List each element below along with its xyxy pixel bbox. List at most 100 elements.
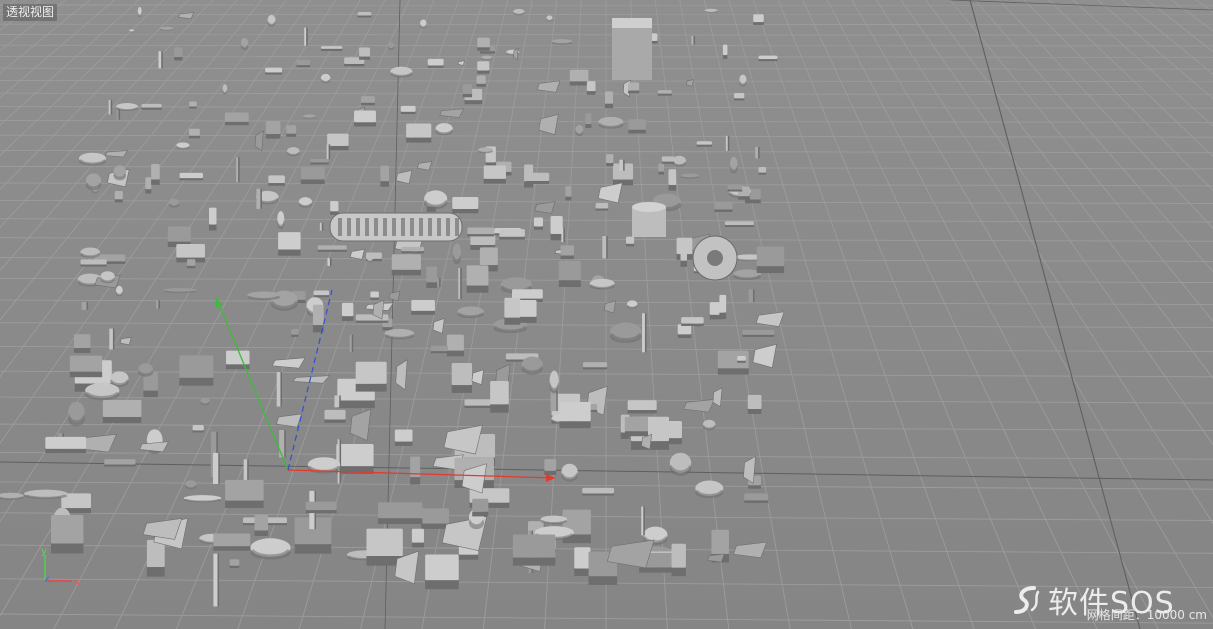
model-part — [45, 436, 87, 454]
model-part — [724, 221, 754, 228]
model-part — [327, 258, 332, 266]
model-part — [525, 172, 550, 184]
model-part — [313, 290, 330, 298]
model-part — [395, 169, 413, 185]
model-part — [574, 547, 591, 577]
model-part — [712, 387, 723, 408]
model-part — [725, 135, 730, 151]
model-part — [619, 159, 625, 171]
model-part — [400, 105, 416, 114]
model-part — [296, 59, 311, 68]
model-part — [104, 150, 129, 158]
model-part — [737, 356, 746, 363]
model-part — [114, 191, 123, 203]
model-part — [24, 489, 68, 500]
model-part — [85, 173, 102, 191]
model-part — [657, 90, 672, 96]
scene-canvas[interactable] — [0, 0, 1213, 629]
model-part — [380, 165, 389, 187]
model-part — [0, 492, 24, 500]
model-part — [256, 188, 262, 209]
model-part — [457, 60, 465, 66]
grid-spacing-readout: 网格间距：10000 cm — [1086, 608, 1207, 622]
model-part — [188, 128, 200, 139]
model-part — [176, 142, 190, 150]
model-part — [420, 19, 427, 29]
model-part — [183, 495, 222, 503]
model-part — [669, 452, 692, 476]
model-part — [277, 211, 285, 230]
grid-line — [0, 165, 1213, 170]
model-part — [349, 408, 372, 441]
model-part — [504, 297, 521, 325]
model-part — [80, 247, 100, 258]
model-part — [167, 226, 191, 248]
model-part — [212, 452, 220, 484]
model-part — [680, 243, 688, 267]
model-part — [102, 399, 142, 423]
model-part — [192, 424, 204, 433]
model-part — [411, 528, 424, 548]
model-part — [208, 207, 217, 231]
grid-line — [0, 44, 1213, 47]
model-part — [752, 343, 777, 369]
model-part — [471, 369, 484, 386]
view-name-label[interactable]: 透视视图 — [3, 4, 58, 21]
model-part — [719, 294, 727, 319]
model-part — [641, 506, 645, 536]
model-part — [481, 55, 493, 60]
model-part — [443, 424, 483, 455]
model-part — [702, 419, 716, 431]
model-part — [661, 156, 675, 164]
model-part — [748, 289, 755, 303]
model-part-gear — [692, 235, 738, 281]
model-part — [691, 35, 696, 45]
model-part — [310, 158, 329, 165]
model-part — [312, 304, 324, 333]
model-part — [437, 277, 441, 288]
model-part — [753, 14, 764, 25]
model-part — [426, 266, 438, 288]
grid-line — [0, 67, 1213, 70]
model-part — [354, 110, 376, 127]
model-part — [317, 245, 347, 252]
model-part — [626, 236, 635, 247]
model-part — [276, 371, 282, 407]
model-part — [168, 198, 180, 208]
model-part — [160, 26, 174, 31]
model-part — [359, 47, 370, 60]
model-part — [69, 355, 103, 378]
model-part — [104, 459, 136, 467]
model-part — [462, 84, 473, 98]
model-part — [696, 141, 712, 147]
perspective-viewport[interactable]: 透视视图 y x 软件SOS 网格间距：10000 cm — [0, 0, 1213, 629]
model-part — [559, 401, 591, 429]
model-part — [739, 74, 747, 87]
model-part — [533, 217, 543, 230]
model-part — [756, 246, 785, 274]
model-part — [138, 363, 154, 377]
grid-line — [0, 451, 1213, 460]
model-part — [254, 514, 269, 537]
grid-line — [0, 396, 1213, 404]
model-part — [536, 80, 561, 93]
model-part — [271, 357, 306, 369]
model-part — [427, 58, 444, 68]
model-part — [589, 278, 615, 290]
model-part — [686, 79, 694, 87]
model-part — [586, 81, 596, 95]
model-part — [512, 534, 556, 566]
model-part — [391, 254, 421, 276]
model-part — [499, 229, 525, 240]
model-part — [569, 69, 589, 86]
grid-line — [0, 0, 6, 629]
model-part — [467, 227, 495, 237]
model-part — [729, 156, 738, 174]
model-part — [430, 345, 448, 354]
model-part — [446, 334, 464, 357]
model-part — [671, 543, 686, 577]
model-part — [179, 355, 214, 386]
model-part — [240, 37, 249, 51]
model-part — [466, 265, 489, 293]
model-part — [604, 91, 614, 109]
